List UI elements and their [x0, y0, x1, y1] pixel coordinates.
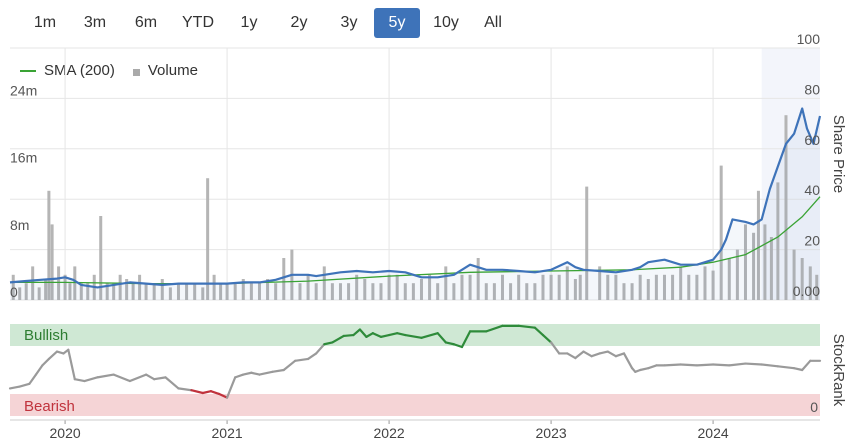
- stockrank-segment: [776, 365, 796, 370]
- volume-tick-label: 0: [10, 284, 18, 300]
- stockrank-segment: [294, 357, 310, 362]
- stockrank-segment: [67, 348, 76, 381]
- bearish-band: [10, 394, 820, 416]
- stockrank-segment: [582, 350, 593, 358]
- price-tick-label: 100: [797, 31, 821, 47]
- stockrank-segment: [201, 390, 212, 395]
- stockrank-segment: [679, 363, 698, 367]
- x-tick-label: 2024: [698, 425, 729, 441]
- stockrank-segment: [144, 373, 156, 381]
- stockrank-segment: [234, 373, 245, 379]
- stockrank-segment: [164, 376, 180, 390]
- volume-bar: [206, 178, 210, 300]
- stockrank-segment: [271, 368, 285, 373]
- stockrank-segment: [8, 385, 21, 390]
- stockrank-segment: [598, 350, 609, 355]
- stockrank-segment: [28, 373, 38, 385]
- stockrank-segment: [614, 352, 626, 358]
- stockrank-segment: [242, 371, 253, 376]
- stockrank-segment: [342, 333, 355, 338]
- price-tick-label: 60: [804, 132, 820, 148]
- bullish-band: [10, 324, 820, 346]
- share-price-axis-label: Share Price: [830, 115, 847, 193]
- stockrank-segment: [606, 350, 617, 358]
- bullish-label: Bullish: [24, 327, 68, 344]
- stockrank-segment: [622, 352, 634, 370]
- stockrank-segment: [83, 376, 99, 383]
- stockrank-segment: [209, 390, 221, 396]
- stockrank-tick-label: 0: [810, 399, 818, 415]
- stockrank-segment: [41, 357, 50, 367]
- stockrank-segment: [73, 378, 86, 383]
- volume-tick-label: 8m: [10, 217, 29, 233]
- stockrank-segment: [250, 371, 261, 376]
- stockrank-segment: [153, 376, 167, 381]
- stockrank-segment: [306, 352, 318, 361]
- stockrank-segment: [728, 362, 747, 367]
- bearish-label: Bearish: [24, 398, 75, 415]
- stockrank-segment: [112, 373, 131, 383]
- volume-tick-label: 16m: [10, 150, 37, 166]
- stockrank-segment: [760, 363, 779, 368]
- stockrank-segment: [282, 359, 297, 372]
- stockrank-segment: [695, 363, 715, 367]
- price-tick-label: 80: [804, 81, 820, 97]
- volume-tick-label: 24m: [10, 82, 37, 98]
- stockrank-segment: [792, 367, 804, 372]
- stockrank-segment: [647, 364, 658, 370]
- stockrank-segment: [47, 350, 59, 361]
- x-tick-label: 2020: [50, 425, 81, 441]
- x-tick-label: 2023: [536, 425, 567, 441]
- x-axis: 2020 2021 2022 2023 2024: [10, 419, 820, 441]
- stockrank-segment: [128, 373, 148, 383]
- stockrank-segment: [18, 382, 31, 388]
- stockrank-segment: [34, 364, 44, 376]
- stockrank-segment: [744, 362, 763, 366]
- price-chart: 100 80 60 40 20 0.00 24m 16m 8m 0 Share Price Bull…: [8, 31, 847, 441]
- stockrank-segment: [801, 359, 812, 372]
- stockrank-segment: [190, 389, 204, 395]
- stockrank-segment: [96, 373, 115, 379]
- price-tick-label: 20: [804, 233, 820, 249]
- share-price-line: [9, 107, 822, 289]
- price-panel: 100 80 60 40 20 0.00 24m 16m 8m 0 Share Price: [9, 31, 847, 301]
- x-tick-label: 2022: [374, 425, 405, 441]
- x-tick-label: 2021: [212, 425, 243, 441]
- stockrank-axis-label: StockRank: [830, 334, 847, 407]
- stockrank-segment: [258, 370, 274, 376]
- price-area: [10, 108, 820, 300]
- stockrank-segment: [711, 363, 731, 367]
- stockrank-segment: [574, 350, 585, 360]
- stockrank-panel: Bullish Bearish 0 StockRank: [8, 324, 847, 416]
- stockrank-segment: [566, 352, 577, 360]
- stockrank-segment: [590, 352, 601, 358]
- stockrank-segment: [639, 367, 650, 372]
- price-tick-label: 40: [804, 182, 820, 198]
- price-tick-label: 0.00: [793, 283, 820, 299]
- stockrank-segment: [177, 387, 193, 392]
- stockrank-segment: [663, 363, 682, 367]
